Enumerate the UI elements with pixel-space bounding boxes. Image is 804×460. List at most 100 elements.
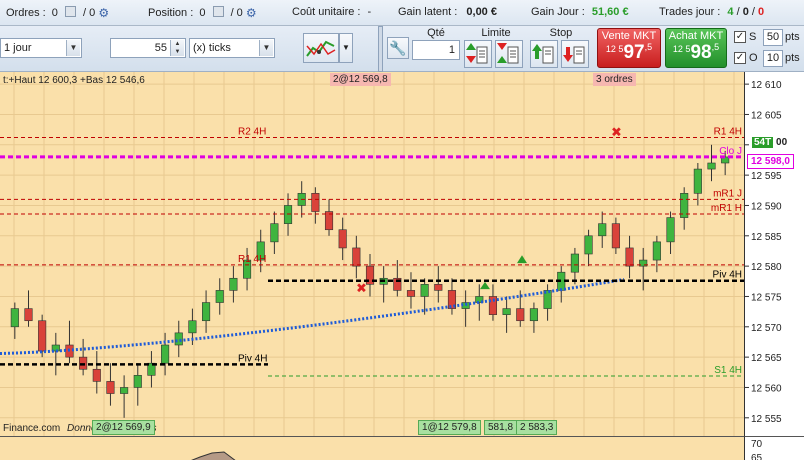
position-label: Position : [148,7,194,19]
axis-tick-label: 12 585 [751,232,782,243]
position-toggle-checkbox[interactable] [212,6,224,17]
candle-body [406,290,416,297]
unit-cost-label: Coût unitaire : [292,6,361,18]
trades-status: Trades jour : 4 / 0 / 0 [659,6,764,18]
high-low-info: t:+Haut 12 600,3 +Bas 12 546,6 [3,75,145,86]
stop-sell-button[interactable] [561,40,589,68]
indicator-axis: 70 65 [744,436,804,460]
orders-settings-icon[interactable]: ⚙ [98,6,109,20]
level-label: R1 4H [714,127,742,138]
chart-type-icon [306,40,336,57]
orders-label: Ordres : [6,7,46,19]
price-tag-54: 54T [752,137,774,148]
level-label: R2 4H [238,127,266,138]
indicator-tick: 65 [751,453,763,460]
buy-price-main: 98 [690,42,712,63]
stop-sell-icon [563,46,585,64]
orders-count-tag[interactable]: 3 ordres [593,73,636,86]
order-tag[interactable]: 2@12 569,8 [330,73,391,86]
candle-body [598,223,607,237]
candle-body [434,284,443,291]
stop-loss-checkbox[interactable]: ✓ [734,31,746,43]
candle-body [120,387,129,394]
buy-market-button[interactable]: Achat MKT 12 598,5 [665,28,727,68]
price-tag-00: 00 [776,137,788,148]
indicator-subpanel[interactable] [0,436,744,460]
candle-body [611,223,620,249]
objective-unit: pts [785,52,800,64]
stepper-arrows-icon[interactable]: ▲ ▼ [170,40,184,56]
chart-type-button[interactable] [303,33,339,63]
status-bar: Ordres : 0 / 0 ⚙ Position : 0 / 0 ⚙ Coût… [0,0,804,26]
trades-losing: 0 [758,6,765,18]
timeframe-value: 1 jour [4,42,32,54]
settings-wrench-button[interactable]: 🔧 [387,37,409,59]
buy-price-prefix: 12 5 [672,44,691,54]
quantity-input[interactable]: 1 [412,40,460,60]
day-gain-status: Gain Jour : 51,60 € [531,6,629,18]
latent-gain-value: 0,00 € [466,6,497,18]
level-label: Piv 4H [238,353,267,364]
trades-separator-2: / [751,6,755,18]
price-chart[interactable]: R2 4H R1 4H Clo J mR1 J mR1 H R1 4H Piv 4H Piv … [0,72,744,436]
limit-buy-icon [466,43,488,64]
axis-tick-label: 12 570 [751,323,782,334]
unit-cost-value: - [367,6,372,18]
position-settings-icon[interactable]: ⚙ [246,6,257,20]
price-tag-top: 54T 00 [749,136,791,149]
level-label: S1 4H [714,365,742,376]
chevron-down-icon: ▼ [342,43,350,52]
quantity-value: 1 [448,44,455,56]
candle-body [666,217,675,243]
ticks-value: 55 [154,42,167,54]
limit-sell-button[interactable] [495,40,523,68]
chevron-down-icon[interactable]: ▼ [259,40,273,56]
candle-body [516,308,525,322]
objective-value[interactable]: 10 [763,50,783,67]
timeframe-select[interactable]: 1 jour ▼ [0,38,82,58]
ticks-unit-value: (x) ticks [193,42,231,54]
orders-status: Ordres : 0 / 0 ⚙ [6,6,109,20]
candle-body [270,223,279,243]
latent-gain-label: Gain latent : [398,6,458,18]
sell-price-decimal: ,5 [644,42,653,52]
candle-body [502,308,511,315]
orders-total: / 0 [83,7,96,19]
indicator-tick: 70 [751,439,763,450]
ticks-stepper[interactable]: 55 ▲ ▼ [110,38,186,58]
order-tag-bottom[interactable]: 2@12 569,9 [92,420,155,435]
limit-sell-icon [497,43,519,64]
indicator-plot [191,451,236,460]
chart-type-dropdown[interactable]: ▼ [339,33,353,63]
order-tag-bottom[interactable]: 1@12 579,8 [418,420,481,435]
candle-body [92,368,101,382]
objective-checkbox[interactable]: ✓ [734,52,746,64]
stop-label: Stop [549,27,573,39]
axis-tick-label: 12 590 [751,201,782,212]
wrench-icon: 🔧 [389,40,407,56]
order-tag-bottom[interactable]: 581,8 [484,420,518,435]
axis-tick-label: 12 565 [751,353,782,364]
axis-tick-label: 12 560 [751,383,782,394]
order-tag-bottom[interactable]: 2 583,3 [516,420,558,435]
trades-separator: / [736,6,740,18]
candle-body [707,162,716,170]
candlestick-plot[interactable]: R2 4H R1 4H Clo J mR1 J mR1 H R1 4H Piv 4H Piv … [0,72,744,436]
axis-tick-label: 12 555 [751,414,782,425]
panel-grip[interactable] [378,26,383,72]
buy-market-label: Achat MKT [668,30,724,42]
stop-loss-value[interactable]: 50 [763,29,783,46]
orders-value: 0 [51,7,58,19]
price-axis[interactable]: 12 61012 60512 60012 59512 59012 58512 5… [744,72,804,436]
stop-buy-button[interactable] [530,40,558,68]
latent-gain-status: Gain latent : 0,00 € [398,6,497,18]
unit-cost-status: Coût unitaire : - [292,6,371,18]
orders-toggle-checkbox[interactable] [64,6,76,17]
limit-buy-button[interactable] [464,40,492,68]
day-gain-label: Gain Jour : [531,6,585,18]
ticks-unit-select[interactable]: (x) ticks ▼ [189,38,275,58]
chevron-down-icon[interactable]: ▼ [66,40,80,56]
position-value: 0 [199,7,206,19]
sell-market-button[interactable]: Vente MKT 12 597,5 [597,28,661,68]
trades-label: Trades jour : [659,6,721,18]
